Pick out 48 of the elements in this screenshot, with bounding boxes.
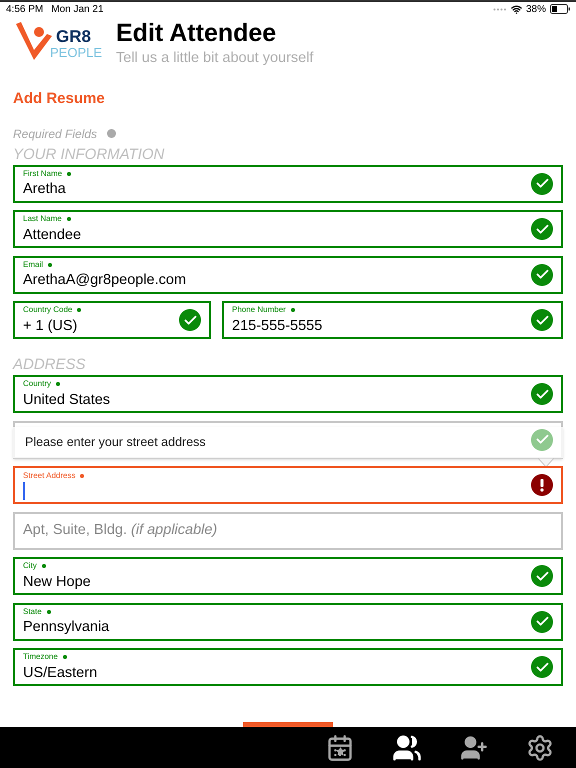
calendar-star-icon[interactable] [326, 734, 354, 762]
settings-icon[interactable] [526, 734, 554, 762]
signal-icon [492, 8, 507, 10]
field-value: Aretha [23, 180, 67, 199]
field-value: Pennsylvania [23, 618, 110, 637]
field-placeholder: Apt, Suite, Bldg. (if applicable) [23, 520, 218, 540]
field-value: ArethaA@gr8people.com [23, 271, 188, 290]
field-label: First Name [23, 170, 62, 178]
field-label: Timezone [23, 653, 58, 661]
input-field[interactable]: Phone Number 215-555-5555 [222, 301, 563, 339]
field-value: 215-555-5555 [232, 316, 324, 336]
page-title: Edit Attendee [116, 18, 278, 48]
status-date: Mon Jan 21 [51, 2, 104, 16]
field-label: State [23, 608, 42, 616]
field-label: Email [23, 260, 44, 268]
input-field[interactable]: Country United States [13, 375, 563, 413]
section-heading: YOUR INFORMATION [13, 144, 166, 164]
field-label: Last Name [23, 215, 62, 223]
input-field[interactable]: Timezone US/Eastern [13, 648, 563, 686]
input-field[interactable]: City New Hope [13, 557, 563, 595]
input-field[interactable]: State Pennsylvania [13, 602, 563, 640]
tooltip-pointer-icon [538, 458, 554, 466]
field-label: Country Code [23, 306, 72, 314]
logo-text: PEOPLE [50, 46, 102, 59]
field-label: City [23, 562, 37, 570]
required-fields-note: Required Fields [13, 126, 98, 142]
field-label: Country [23, 380, 52, 388]
tooltip-text: Please enter your street address [25, 434, 206, 451]
input-field[interactable]: Last Name Attendee [13, 210, 563, 248]
field-label: Phone Number [232, 306, 286, 314]
field-value: US/Eastern [23, 664, 98, 682]
battery-icon [550, 4, 570, 14]
input-field[interactable]: Country Code + 1 (US) [13, 301, 211, 339]
battery-percent: 38% [526, 2, 546, 16]
user-plus-icon[interactable] [460, 734, 488, 762]
wifi-icon [510, 4, 522, 14]
field-value: New Hope [23, 572, 92, 592]
status-time: 4:56 PM [6, 2, 44, 16]
users-icon[interactable] [392, 732, 422, 762]
page-subtitle: Tell us a little bit about yourself [116, 49, 314, 68]
field-label: Street Address [23, 472, 76, 480]
field-value: + 1 (US) [23, 316, 78, 336]
input-field[interactable]: Email ArethaA@gr8people.com [13, 256, 563, 294]
field-value: United States [23, 390, 112, 410]
section-heading: ADDRESS [13, 355, 87, 375]
logo-text: GR8 [56, 28, 91, 45]
input-field[interactable]: First Name Aretha [13, 164, 563, 202]
field-value: Attendee [23, 226, 82, 244]
